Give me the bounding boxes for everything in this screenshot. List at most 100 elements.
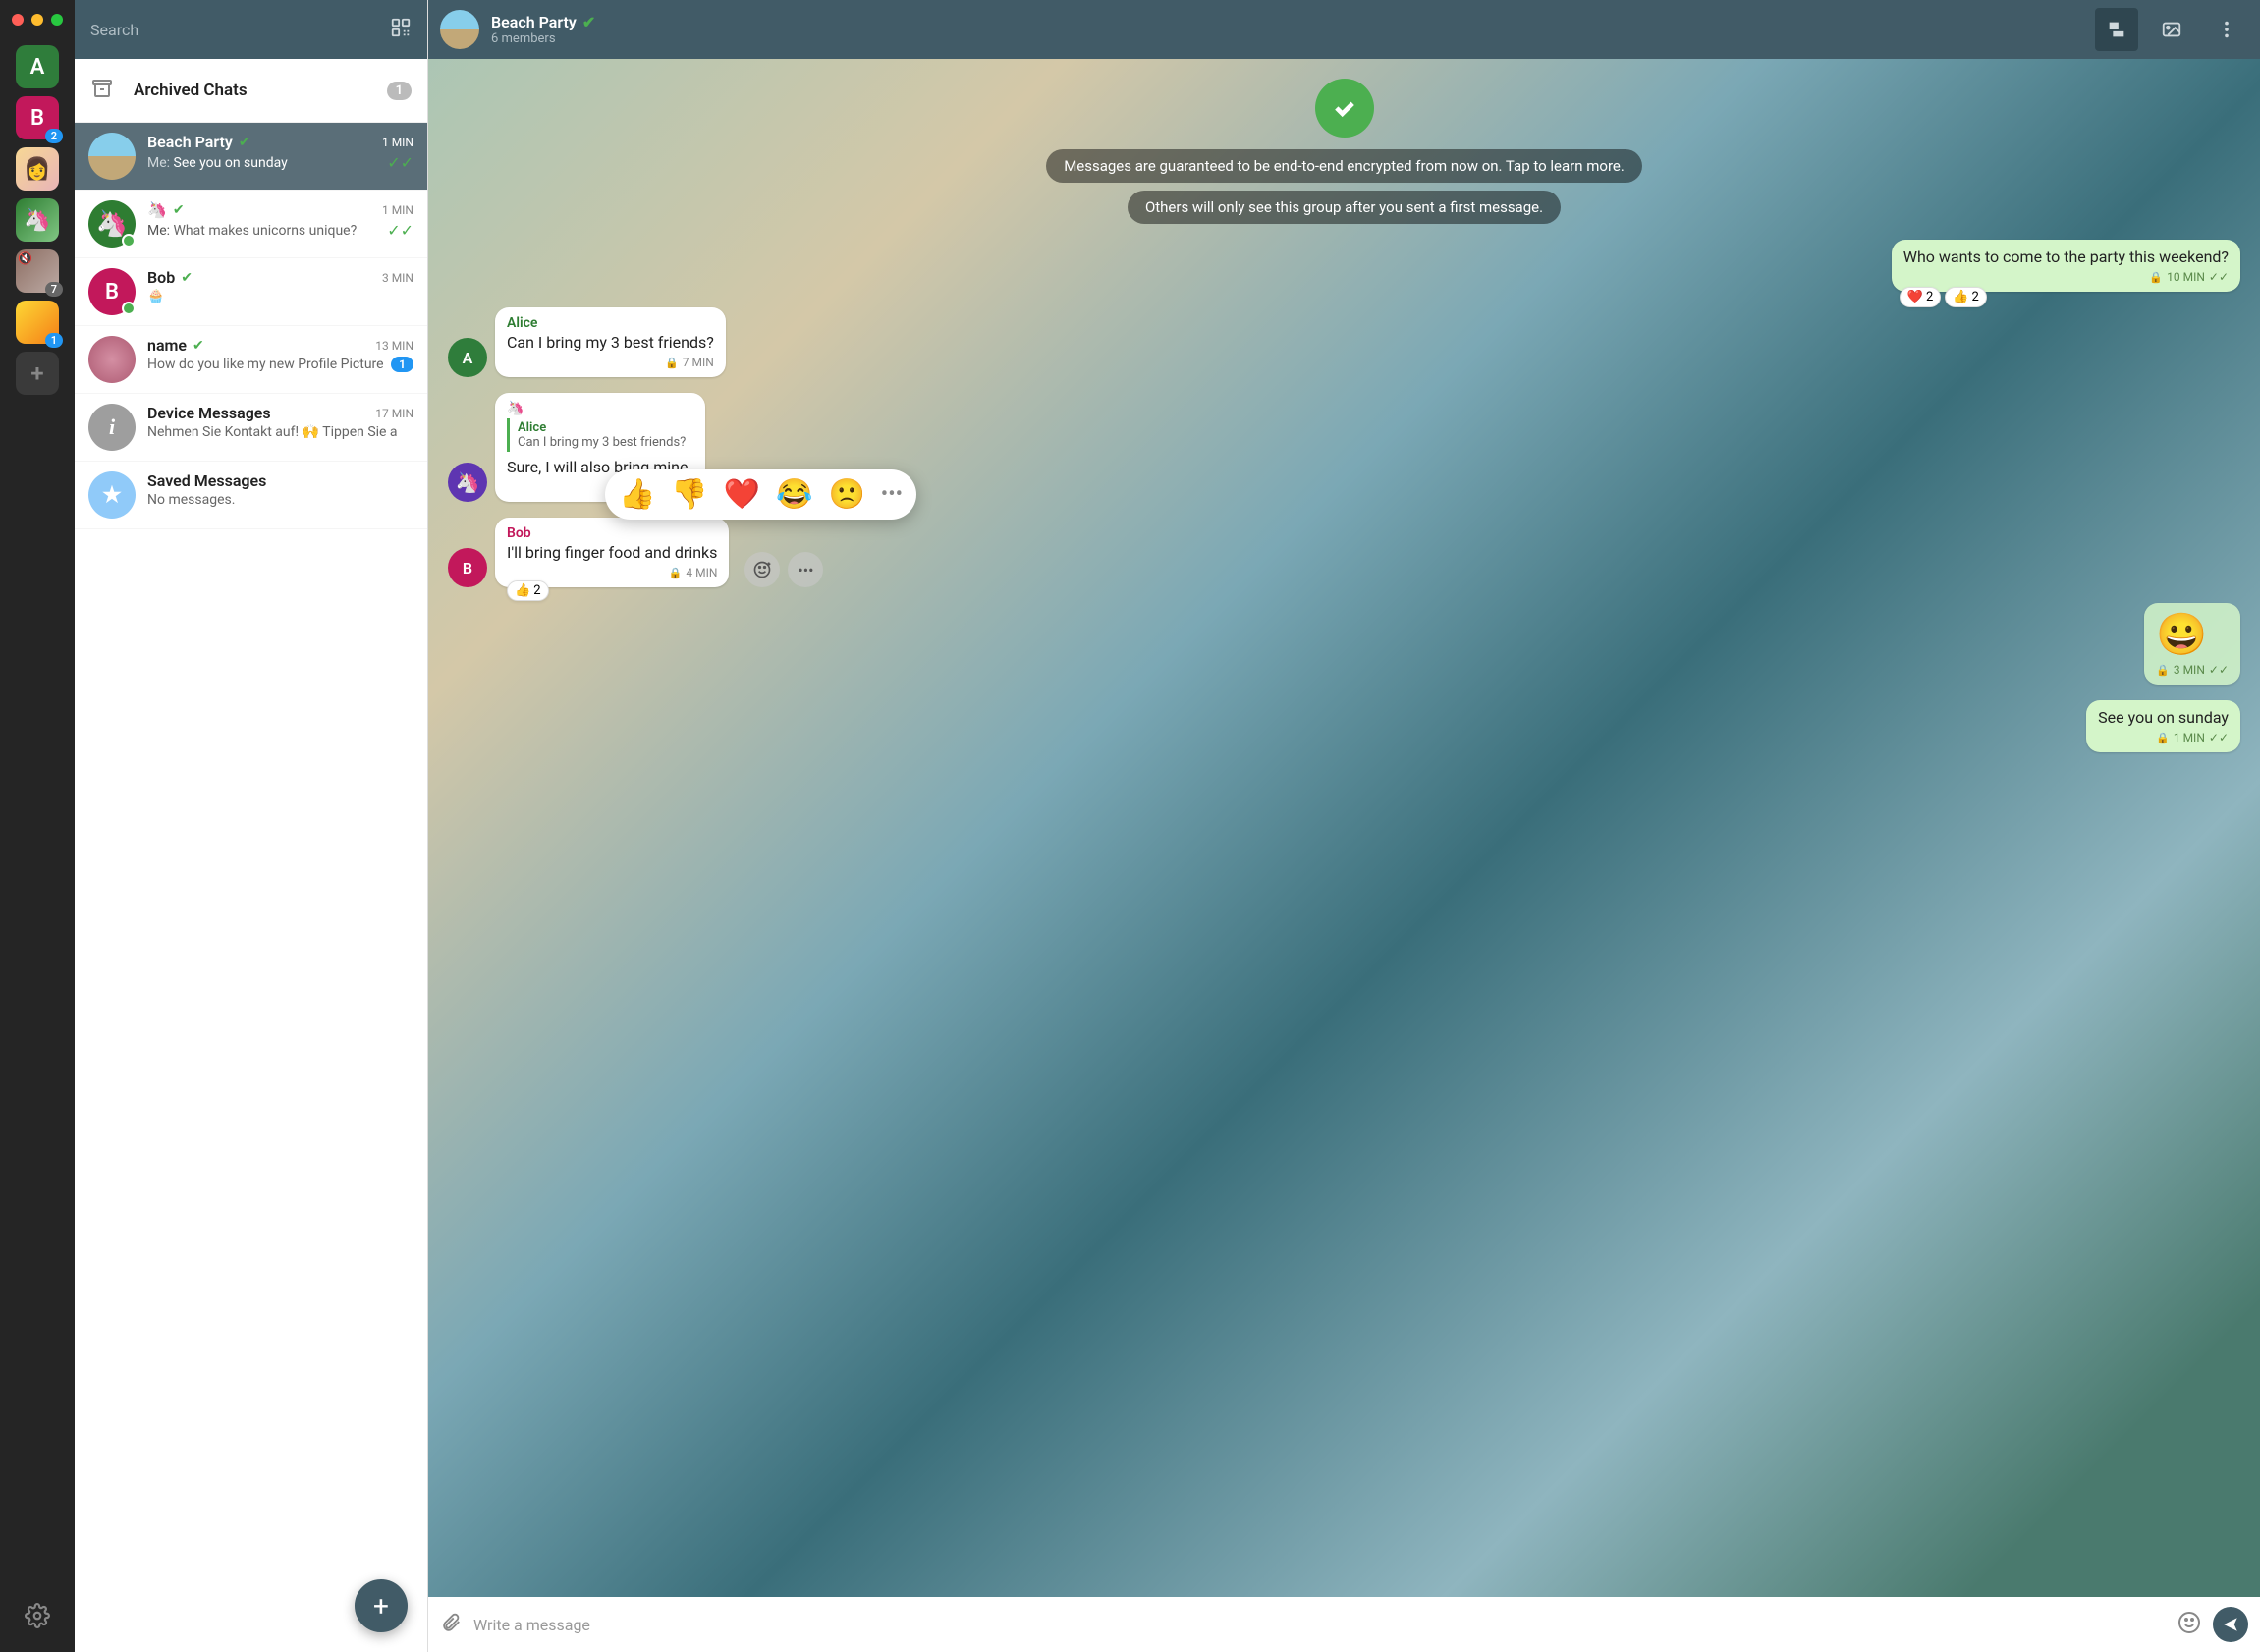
reaction-chip[interactable]: 👍2: [1945, 287, 1987, 307]
reaction-chip[interactable]: 👍2: [507, 580, 549, 601]
unread-badge: 1: [391, 357, 413, 372]
chat-name: name: [147, 336, 187, 355]
search-input[interactable]: [90, 21, 390, 39]
chat-item-saved-messages[interactable]: ★ Saved Messages No messages.: [75, 462, 427, 529]
chat-item-name[interactable]: name✔13 MIN How do you like my new Profi…: [75, 326, 427, 394]
chat-name: Saved Messages: [147, 471, 266, 490]
compose-input[interactable]: [473, 1616, 2166, 1634]
message-sender: 🦄: [507, 401, 693, 416]
reaction-sad[interactable]: 🙁: [828, 477, 864, 512]
qr-icon[interactable]: [390, 17, 412, 42]
chat-view-button[interactable]: [2095, 8, 2138, 51]
chat-name: Beach Party: [147, 133, 233, 151]
message-menu-button[interactable]: •••: [788, 552, 823, 587]
read-ticks-icon: ✓✓: [387, 153, 413, 172]
verified-icon: ✔: [193, 338, 204, 354]
conversation-header: Beach Party✔ 6 members: [428, 0, 2260, 59]
message-avatar[interactable]: A: [448, 338, 487, 377]
archived-count-badge: 1: [387, 82, 412, 100]
chat-time: 1 MIN: [382, 203, 413, 217]
chat-item-bob[interactable]: B Bob✔3 MIN 🧁: [75, 258, 427, 326]
account-badge: 1: [45, 333, 63, 348]
quote-text: Can I bring my 3 best friends?: [518, 435, 686, 450]
quoted-message[interactable]: Alice Can I bring my 3 best friends?: [507, 418, 693, 452]
reaction-more-button[interactable]: •••: [881, 482, 903, 507]
message-bubble[interactable]: Alice Can I bring my 3 best friends? 🔒7 …: [495, 307, 726, 377]
verified-icon: ✔: [239, 135, 250, 150]
message-bubble[interactable]: See you on sunday 🔒1 MIN✓✓: [2086, 700, 2240, 752]
settings-button[interactable]: [25, 1603, 50, 1644]
account-3[interactable]: 👩: [16, 147, 59, 191]
avatar: 🦄: [88, 200, 136, 248]
verified-icon: ✔: [173, 202, 185, 218]
group-visibility-banner: Others will only see this group after yo…: [1128, 191, 1561, 224]
header-info[interactable]: Beach Party✔ 6 members: [491, 13, 2083, 46]
attach-button[interactable]: [440, 1612, 462, 1637]
encryption-banner[interactable]: Messages are guaranteed to be end-to-end…: [1046, 149, 1642, 183]
message-sender: Alice: [507, 315, 714, 331]
chat-name: 🦄: [147, 200, 167, 219]
message-text: Can I bring my 3 best friends?: [507, 333, 714, 352]
header-avatar[interactable]: [440, 10, 479, 49]
account-5[interactable]: 🔇7: [16, 249, 59, 293]
reaction-thumbs-up[interactable]: 👍: [619, 477, 655, 512]
lock-icon: 🔒: [2156, 732, 2170, 744]
message-avatar[interactable]: 🦄: [448, 463, 487, 502]
lock-icon: 🔒: [665, 357, 679, 369]
chat-time: 1 MIN: [382, 136, 413, 149]
message-bubble[interactable]: Who wants to come to the party this week…: [1892, 240, 2240, 292]
message-bubble[interactable]: Bob I'll bring finger food and drinks 🔒4…: [495, 518, 729, 587]
chat-preview: Me: What makes unicorns unique?: [147, 223, 381, 239]
account-rail: A B2 👩 🦄 🔇7 1 +: [0, 0, 75, 1652]
react-button[interactable]: [744, 552, 780, 587]
chat-item-unicorn[interactable]: 🦄 🦄 ✔ 1 MIN Me: What makes unicorns unique…: [75, 191, 427, 258]
search-bar: [75, 0, 427, 59]
archive-icon: [90, 77, 114, 104]
message-bubble[interactable]: 😀 🔒3 MIN✓✓: [2144, 603, 2240, 685]
message-row-in: B Bob I'll bring finger food and drinks …: [448, 518, 2240, 587]
message-row-in: 🦄 🦄 Alice Can I bring my 3 best friends?…: [448, 393, 2240, 502]
message-sender: Bob: [507, 525, 717, 541]
read-ticks-icon: ✓✓: [2209, 663, 2229, 677]
emoji-button[interactable]: [2177, 1611, 2201, 1638]
gallery-button[interactable]: [2150, 8, 2193, 51]
account-4[interactable]: 🦄: [16, 198, 59, 242]
encryption-seal-icon: [1315, 79, 1374, 138]
quote-sender: Alice: [518, 420, 686, 435]
reaction-heart[interactable]: ❤️: [724, 477, 760, 512]
chat-preview: Nehmen Sie Kontakt auf! 🙌 Tippen Sie a: [147, 424, 413, 440]
messages-area[interactable]: Messages are guaranteed to be end-to-end…: [428, 59, 2260, 1597]
minimize-window-button[interactable]: [31, 14, 43, 26]
lock-icon: 🔒: [669, 567, 683, 579]
message-meta: 🔒1 MIN✓✓: [2098, 731, 2229, 744]
send-button[interactable]: [2213, 1607, 2248, 1642]
maximize-window-button[interactable]: [51, 14, 63, 26]
account-6[interactable]: 1: [16, 301, 59, 344]
message-meta: 🔒3 MIN✓✓: [2156, 663, 2229, 677]
new-chat-button[interactable]: +: [355, 1579, 408, 1632]
window-controls: [12, 8, 63, 37]
message-meta: 🔒4 MIN: [507, 566, 717, 579]
chat-sidebar: Archived Chats 1 Beach Party ✔ 1 MIN Me: S…: [75, 0, 428, 1652]
add-account-button[interactable]: +: [16, 352, 59, 395]
read-ticks-icon: ✓✓: [2209, 270, 2229, 284]
lock-icon: 🔒: [2149, 271, 2163, 284]
message-text: Who wants to come to the party this week…: [1903, 248, 2229, 266]
menu-button[interactable]: [2205, 8, 2248, 51]
close-window-button[interactable]: [12, 14, 24, 26]
archived-chats-label: Archived Chats: [134, 81, 367, 100]
avatar: ★: [88, 471, 136, 519]
message-meta: 🔒10 MIN✓✓: [1903, 270, 2229, 284]
chat-item-beach-party[interactable]: Beach Party ✔ 1 MIN Me: See you on sunday ✓…: [75, 123, 427, 191]
chat-preview: No messages.: [147, 492, 413, 508]
archived-chats-row[interactable]: Archived Chats 1: [75, 59, 427, 123]
message-avatar[interactable]: B: [448, 548, 487, 587]
chat-preview: Me: See you on sunday: [147, 155, 381, 171]
reaction-laugh[interactable]: 😂: [776, 477, 812, 512]
reaction-chip[interactable]: ❤️2: [1900, 287, 1942, 307]
avatar: i: [88, 404, 136, 451]
account-b[interactable]: B2: [16, 96, 59, 139]
chat-item-device-messages[interactable]: i Device Messages17 MIN Nehmen Sie Konta…: [75, 394, 427, 462]
reaction-thumbs-down[interactable]: 👎: [671, 477, 707, 512]
account-a[interactable]: A: [16, 45, 59, 88]
